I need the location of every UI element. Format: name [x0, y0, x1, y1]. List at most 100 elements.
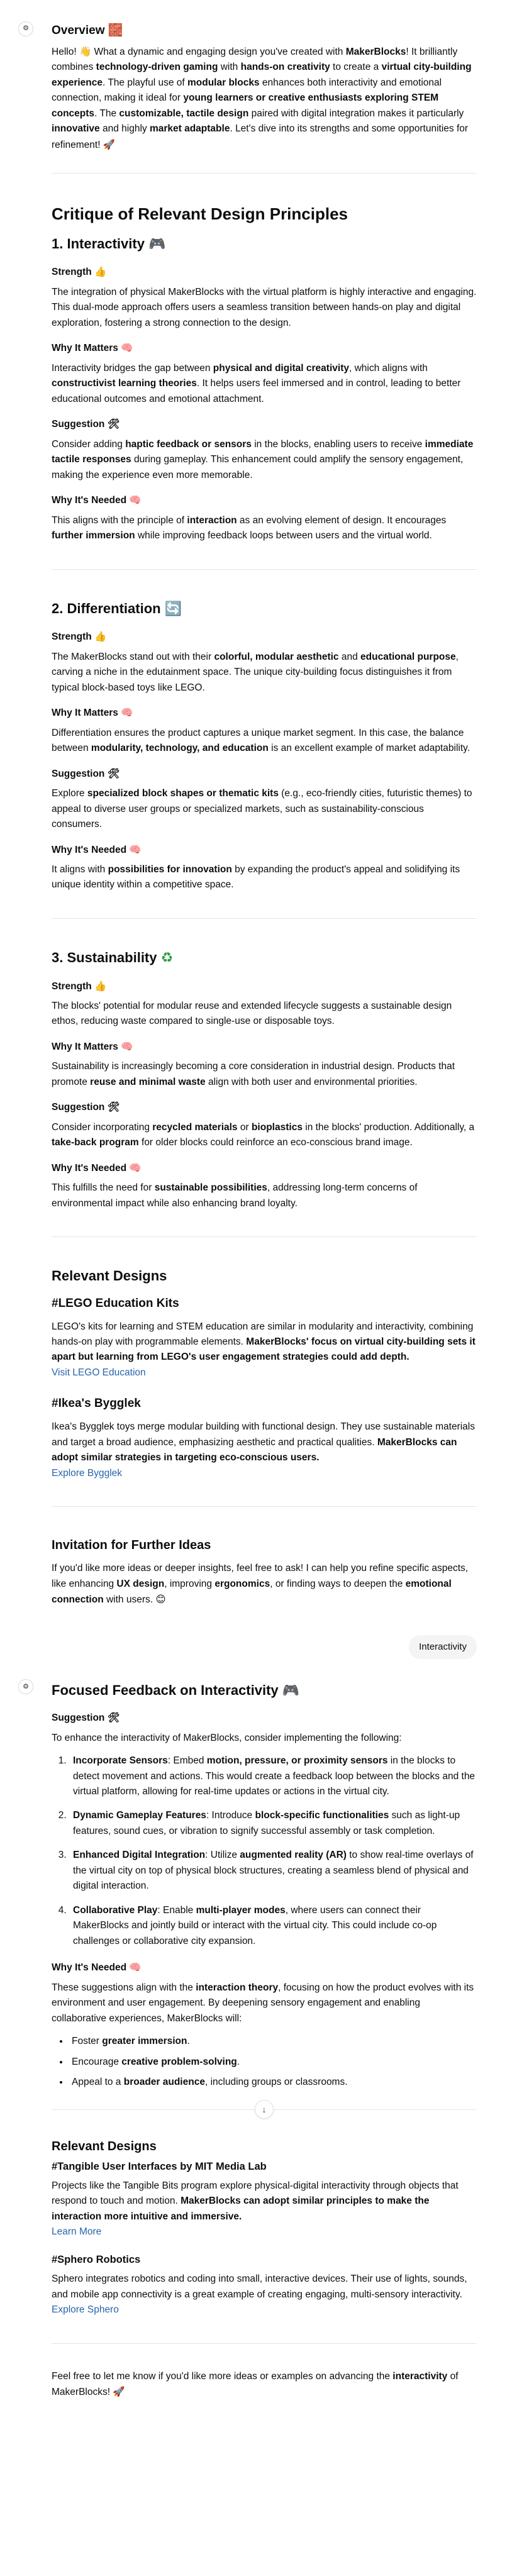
suggestion-label: Suggestion 🛠	[52, 1101, 120, 1113]
why-needed-text: These suggestions align with the interac…	[52, 1982, 474, 2024]
design-title: #Ikea's Bygglek	[52, 1397, 141, 1411]
why-matters-label: Why It Matters 🧠	[52, 707, 133, 719]
recycle-icon: ♻	[160, 950, 174, 966]
list-item: Encourage creative problem-solving.	[69, 2055, 477, 2070]
assistant-avatar-icon: ⚙	[18, 1679, 33, 1695]
strength-label: Strength 👍	[52, 980, 107, 992]
brain-icon: 🧠	[121, 342, 133, 354]
thumbs-up-icon: 👍	[94, 266, 107, 278]
explore-bygglek-link[interactable]: Explore Bygglek	[52, 1468, 122, 1479]
why-matters-text: Interactivity bridges the gap between ph…	[52, 362, 461, 404]
wrench-icon: 🛠	[107, 1101, 120, 1113]
why-needed-text: This fulfills the need for sustainable p…	[52, 1182, 418, 1209]
list-item: Dynamic Gameplay Features: Introduce blo…	[69, 1808, 477, 1839]
strength-text: The MakerBlocks stand out with their col…	[52, 651, 459, 693]
suggestion-label: Suggestion 🛠	[52, 1712, 120, 1724]
brain-icon: 🧠	[129, 843, 142, 855]
suggestion-text: Explore specialized block shapes or them…	[52, 788, 472, 830]
benefits-list: Foster greater immersion. Encourage crea…	[52, 2034, 477, 2090]
gamepad-icon: 🎮	[148, 236, 166, 252]
suggestion-intro: To enhance the interactivity of MakerBlo…	[52, 1732, 402, 1743]
divider-with-scroll: ↓	[52, 2096, 477, 2123]
scroll-down-button[interactable]: ↓	[255, 2099, 274, 2119]
rocket-icon: 🚀	[103, 138, 116, 150]
list-item: Enhanced Digital Integration: Utilize au…	[69, 1848, 477, 1894]
focused-feedback-heading: Focused Feedback on Interactivity 🎮	[52, 1682, 300, 1699]
suggestion-label: Suggestion 🛠	[52, 767, 120, 779]
relevant-designs-heading: Relevant Designs	[52, 1268, 167, 1284]
why-needed-label: Why It's Needed 🧠	[52, 1962, 142, 1974]
why-matters-label: Why It Matters 🧠	[52, 342, 133, 354]
design-card-sphero: #Sphero Robotics Sphero integrates robot…	[52, 2253, 477, 2318]
gamepad-icon: 🎮	[282, 1683, 300, 1699]
refresh-icon: 🔄	[164, 601, 182, 617]
assistant-avatar-icon: ⚙	[18, 21, 33, 36]
invitation-heading: Invitation for Further Ideas	[52, 1538, 211, 1553]
brain-icon: 🧠	[121, 1040, 133, 1052]
design-card-bygglek: #Ikea's Bygglek Ikea's Bygglek toys merg…	[52, 1396, 477, 1481]
strength-text: The blocks' potential for modular reuse …	[52, 1001, 452, 1027]
why-matters-label: Why It Matters 🧠	[52, 1040, 133, 1052]
list-item: Incorporate Sensors: Embed motion, press…	[69, 1753, 477, 1799]
design-card-lego: #LEGO Education Kits LEGO's kits for lea…	[52, 1296, 477, 1381]
suggestion-label: Suggestion 🛠	[52, 418, 120, 430]
why-needed-text: This aligns with the principle of intera…	[52, 514, 447, 541]
section-interactivity: 1. Interactivity 🎮 Strength 👍 The integr…	[52, 235, 477, 544]
why-needed-label: Why It's Needed 🧠	[52, 494, 142, 506]
section-differentiation: 2. Differentiation 🔄 Strength 👍 The Make…	[52, 600, 477, 893]
section-sustainability: 3. Sustainability ♻ Strength 👍 The block…	[52, 949, 477, 1211]
design-title: #LEGO Education Kits	[52, 1296, 179, 1310]
wrench-icon: 🛠	[107, 767, 120, 779]
list-item: Appeal to a broader audience, including …	[69, 2075, 477, 2090]
design-text: Sphero integrates robotics and coding in…	[52, 2273, 467, 2300]
smile-icon: 😊	[155, 1594, 166, 1605]
closing-text: Feel free to let me know if you'd like m…	[52, 2370, 459, 2398]
design-text: LEGO's kits for learning and STEM educat…	[52, 1321, 476, 1363]
design-title: #Tangible User Interfaces by MIT Media L…	[52, 2160, 267, 2172]
design-text: Projects like the Tangible Bits program …	[52, 2180, 459, 2222]
section-title: 3. Sustainability ♻	[52, 949, 174, 966]
overview-heading: Overview 🧱	[52, 23, 123, 37]
chat-page: ⚙ Overview 🧱 Hello! 👋 What a dynamic and…	[0, 0, 512, 2401]
brain-icon: 🧠	[129, 494, 142, 506]
thumbs-up-icon: 👍	[94, 980, 107, 992]
brain-icon: 🧠	[121, 707, 133, 719]
design-title: #Sphero Robotics	[52, 2253, 141, 2265]
explore-sphero-link[interactable]: Explore Sphero	[52, 2304, 119, 2315]
suggestion-text: Consider incorporating recycled material…	[52, 1121, 475, 1148]
design-card-mit: #Tangible User Interfaces by MIT Media L…	[52, 2160, 477, 2240]
bricks-icon: 🧱	[108, 23, 123, 37]
visit-lego-education-link[interactable]: Visit LEGO Education	[52, 1367, 146, 1378]
strength-label: Strength 👍	[52, 266, 107, 278]
rocket-icon: 🚀	[113, 2386, 125, 2398]
user-message: Interactivity	[0, 1607, 512, 1677]
assistant-message-2: ⚙ Focused Feedback on Interactivity 🎮 Su…	[0, 1677, 512, 2400]
why-needed-text: It aligns with possibilities for innovat…	[52, 863, 460, 891]
suggestion-text: Consider adding haptic feedback or senso…	[52, 438, 474, 480]
design-text: Ikea's Bygglek toys merge modular buildi…	[52, 1421, 475, 1463]
suggestion-steps-list: Incorporate Sensors: Embed motion, press…	[52, 1753, 477, 1949]
relevant-designs-heading: Relevant Designs	[52, 2139, 157, 2153]
list-item: Collaborative Play: Enable multi-player …	[69, 1903, 477, 1949]
user-message-bubble: Interactivity	[409, 1635, 477, 1660]
intro-paragraph: Hello! 👋 What a dynamic and engaging des…	[52, 45, 472, 150]
critique-heading: Critique of Relevant Design Principles	[52, 204, 348, 224]
wrench-icon: 🛠	[107, 418, 120, 430]
strength-text: The integration of physical MakerBlocks …	[52, 286, 477, 328]
brain-icon: 🧠	[129, 1962, 142, 1974]
wrench-icon: 🛠	[107, 1712, 120, 1724]
strength-label: Strength 👍	[52, 631, 107, 643]
why-matters-text: Sustainability is increasingly becoming …	[52, 1061, 455, 1087]
why-needed-label: Why It's Needed 🧠	[52, 843, 142, 855]
arrow-down-icon: ↓	[262, 2104, 267, 2114]
why-needed-label: Why It's Needed 🧠	[52, 1162, 142, 1174]
why-matters-text: Differentiation ensures the product capt…	[52, 727, 470, 754]
invitation-text: If you'd like more ideas or deeper insig…	[52, 1563, 469, 1605]
learn-more-link[interactable]: Learn More	[52, 2226, 101, 2237]
thumbs-up-icon: 👍	[94, 631, 107, 643]
section-title: 1. Interactivity 🎮	[52, 235, 166, 252]
assistant-message-1: ⚙ Overview 🧱 Hello! 👋 What a dynamic and…	[0, 0, 512, 1607]
brain-icon: 🧠	[129, 1162, 142, 1174]
wave-icon: 👋	[79, 45, 92, 57]
list-item: Foster greater immersion.	[69, 2034, 477, 2049]
